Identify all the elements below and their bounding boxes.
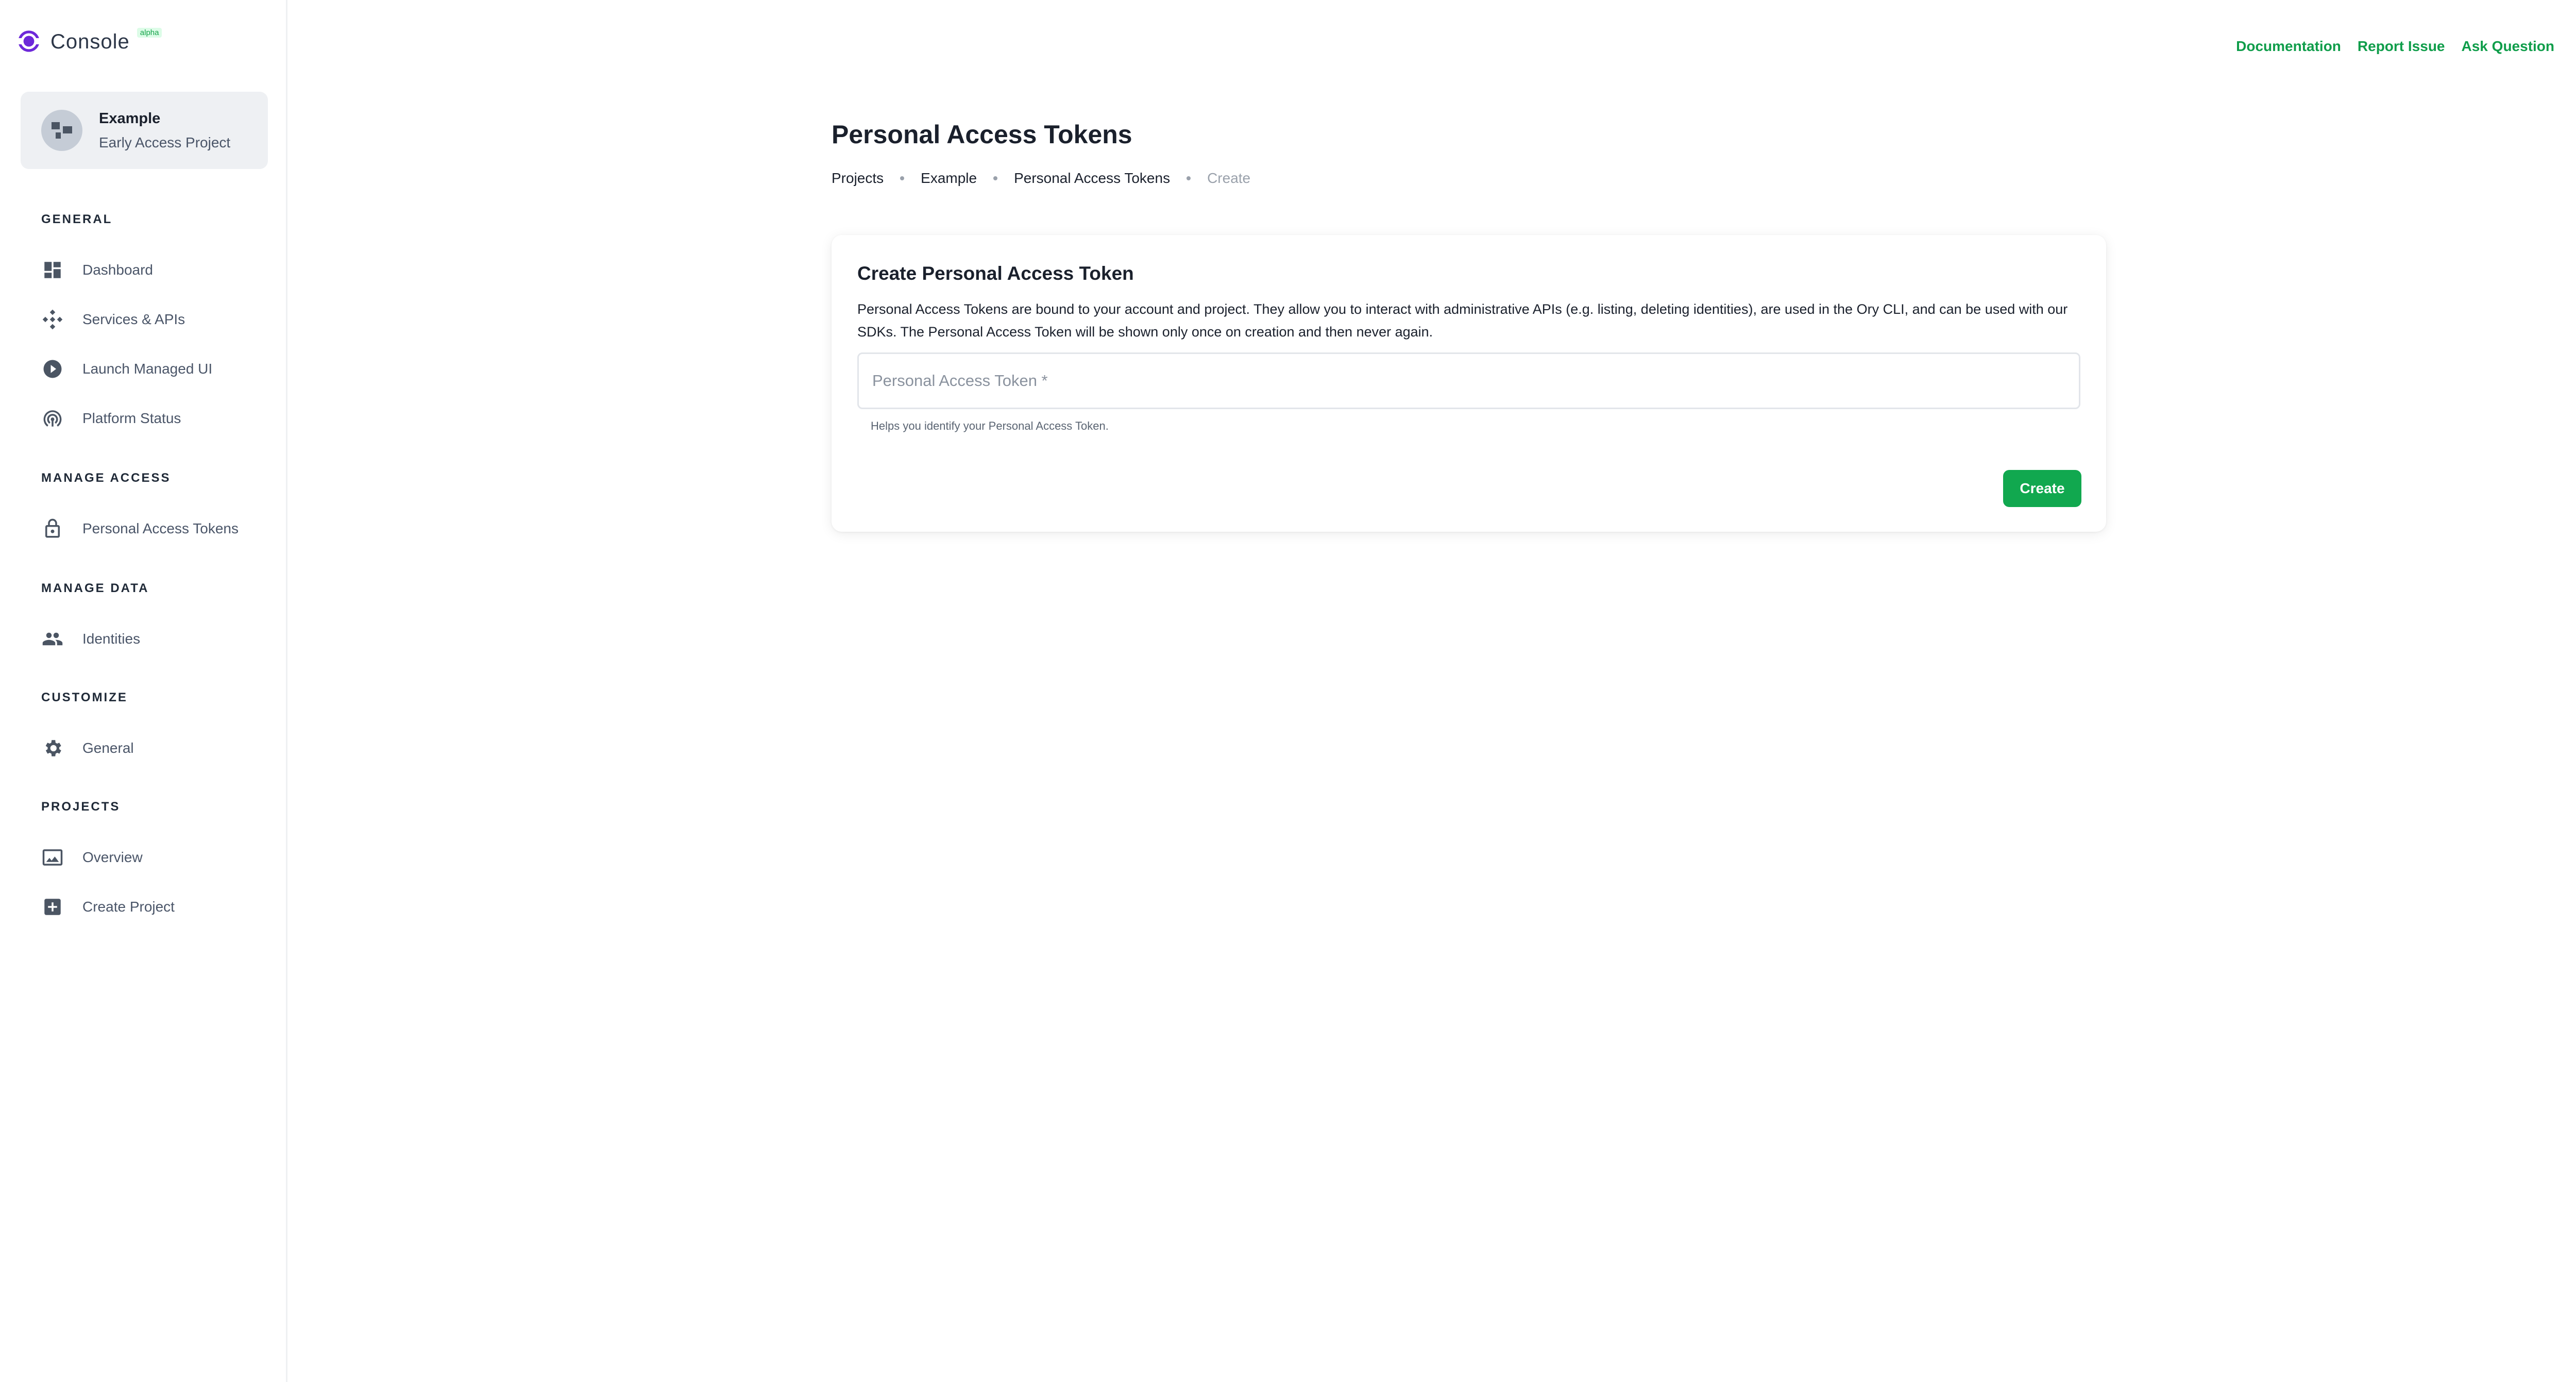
dashboard-icon <box>41 259 64 281</box>
app-name: Console <box>50 30 130 53</box>
sidebar-item-label: Create Project <box>82 899 175 915</box>
section-label-projects: PROJECTS <box>41 800 121 814</box>
create-token-card: Create Personal Access Token Personal Ac… <box>832 235 2106 532</box>
people-icon <box>41 628 64 650</box>
sidebar-item-launch-managed-ui[interactable]: Launch Managed UI <box>41 353 268 384</box>
token-input-help: Helps you identify your Personal Access … <box>871 419 1109 432</box>
sidebar-item-label: General <box>82 740 134 756</box>
section-label-manage-access: MANAGE ACCESS <box>41 471 171 485</box>
sidebar-item-identities[interactable]: Identities <box>41 623 268 654</box>
page-title: Personal Access Tokens <box>832 120 1132 149</box>
sidebar-item-create-project[interactable]: Create Project <box>41 891 268 922</box>
card-description: Personal Access Tokens are bound to your… <box>857 301 2068 340</box>
sidebar-item-label: Launch Managed UI <box>82 361 213 377</box>
project-avatar <box>41 110 82 151</box>
sidebar-item-general[interactable]: General <box>41 733 268 764</box>
breadcrumb-projects[interactable]: Projects <box>832 170 884 187</box>
sidebar-item-personal-access-tokens[interactable]: Personal Access Tokens <box>41 513 268 544</box>
sidebar-item-label: Personal Access Tokens <box>82 520 239 536</box>
sidebar-item-platform-status[interactable]: Platform Status <box>41 403 268 434</box>
sidebar-item-overview[interactable]: Overview <box>41 842 268 873</box>
section-label-general: GENERAL <box>41 212 113 226</box>
lock-icon <box>41 517 64 540</box>
create-button[interactable]: Create <box>2003 470 2081 507</box>
section-label-customize: CUSTOMIZE <box>41 690 128 704</box>
app-logo[interactable]: Console alpha <box>19 24 162 60</box>
ask-question-link[interactable]: Ask Question <box>2462 38 2554 55</box>
header-links: Documentation Report Issue Ask Question … <box>2236 26 2571 67</box>
project-name: Example <box>99 110 161 127</box>
breadcrumb-separator <box>900 176 905 180</box>
token-name-input[interactable] <box>857 352 2080 409</box>
sidebar-item-dashboard[interactable]: Dashboard <box>41 255 268 285</box>
sidebar-item-label: Platform Status <box>82 410 181 426</box>
services-icon <box>41 308 64 331</box>
documentation-link[interactable]: Documentation <box>2236 38 2341 55</box>
sidebar-item-label: Identities <box>82 631 141 647</box>
sidebar: Console alpha Example Early Access Proje… <box>0 0 287 1382</box>
add-box-icon <box>41 896 64 918</box>
project-icon <box>52 122 72 139</box>
breadcrumb-create: Create <box>1207 170 1251 186</box>
ory-logo-icon <box>19 30 39 52</box>
section-label-manage-data: MANAGE DATA <box>41 581 149 595</box>
sidebar-item-label: Dashboard <box>82 262 153 278</box>
breadcrumb-separator <box>1187 176 1191 180</box>
play-icon <box>41 358 64 380</box>
overview-icon <box>41 846 64 869</box>
sidebar-item-services-apis[interactable]: Services & APIs <box>41 304 268 335</box>
sidebar-item-label: Overview <box>82 849 143 865</box>
project-switcher[interactable]: Example Early Access Project <box>21 92 268 169</box>
breadcrumb-example[interactable]: Example <box>921 170 977 187</box>
alpha-badge: alpha <box>137 27 162 38</box>
breadcrumb-separator <box>993 176 998 180</box>
sidebar-item-label: Services & APIs <box>82 311 185 327</box>
breadcrumb: Projects Example Personal Access Tokens … <box>832 170 1250 187</box>
breadcrumb-personal-access-tokens[interactable]: Personal Access Tokens <box>1014 170 1170 187</box>
broadcast-icon <box>41 407 64 430</box>
gear-icon <box>41 737 64 760</box>
project-subtitle: Early Access Project <box>99 134 231 150</box>
report-issue-link[interactable]: Report Issue <box>2358 38 2445 55</box>
card-title: Create Personal Access Token <box>857 263 1134 284</box>
